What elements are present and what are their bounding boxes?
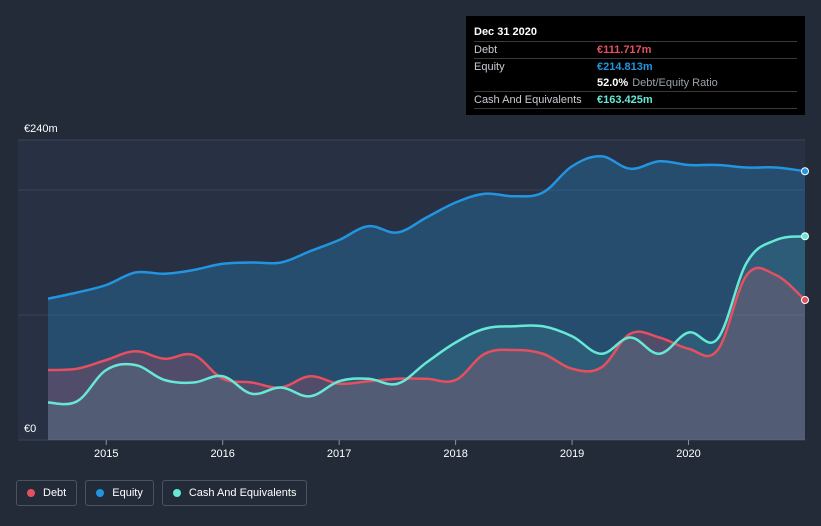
tooltip-ratio-value: 52.0% bbox=[597, 77, 629, 89]
tooltip-panel: Dec 31 2020 Debt €111.717m Equity €214.8… bbox=[466, 16, 805, 115]
tooltip-debt-label: Debt bbox=[474, 44, 498, 56]
x-tick-label: 2016 bbox=[210, 448, 234, 460]
legend-equity-label: Equity bbox=[112, 487, 143, 499]
y-tick-label: €0 bbox=[24, 423, 36, 435]
tooltip-row-cash: Cash And Equivalents €163.425m bbox=[474, 92, 797, 109]
tooltip-debt-value: €111.717m bbox=[597, 44, 652, 56]
tooltip-equity-value: €214.813m bbox=[597, 61, 653, 73]
x-tick-label: 2019 bbox=[560, 448, 584, 460]
y-tick-label: €240m bbox=[24, 123, 58, 135]
x-tick-label: 2020 bbox=[676, 448, 700, 460]
x-tick-label: 2018 bbox=[443, 448, 467, 460]
cash-end-marker bbox=[801, 232, 809, 241]
tooltip-ratio-label: Debt/Equity Ratio bbox=[632, 77, 718, 89]
tooltip-equity-label: Equity bbox=[474, 61, 505, 73]
tooltip-row-equity: Equity €214.813m bbox=[474, 59, 797, 75]
cash-dot-icon bbox=[172, 489, 181, 497]
tooltip-cash-value: €163.425m bbox=[597, 94, 653, 106]
debt-dot-icon bbox=[27, 489, 35, 497]
legend-item-debt[interactable]: Debt bbox=[16, 480, 78, 506]
x-tick-label: 2017 bbox=[327, 448, 351, 460]
tooltip-cash-label: Cash And Equivalents bbox=[474, 94, 582, 106]
tooltip-date: Dec 31 2020 bbox=[474, 24, 797, 42]
x-axis-ticks: 2015 2016 2017 2018 2019 2020 bbox=[94, 440, 701, 460]
legend-item-cash[interactable]: Cash And Equivalents bbox=[161, 480, 308, 506]
chart-legend: Debt Equity Cash And Equivalents bbox=[16, 480, 308, 506]
equity-dot-icon bbox=[96, 489, 105, 497]
equity-end-marker bbox=[801, 167, 809, 176]
legend-item-equity[interactable]: Equity bbox=[85, 480, 154, 506]
legend-debt-label: Debt bbox=[43, 487, 67, 499]
x-tick-label: 2015 bbox=[94, 448, 118, 460]
debt-end-marker bbox=[801, 296, 809, 304]
tooltip-row-ratio: 52.0% Debt/Equity Ratio bbox=[474, 75, 797, 92]
legend-cash-label: Cash And Equivalents bbox=[188, 487, 297, 499]
tooltip-row-debt: Debt €111.717m bbox=[474, 42, 797, 59]
tooltip-ratio: 52.0% Debt/Equity Ratio bbox=[597, 75, 718, 91]
